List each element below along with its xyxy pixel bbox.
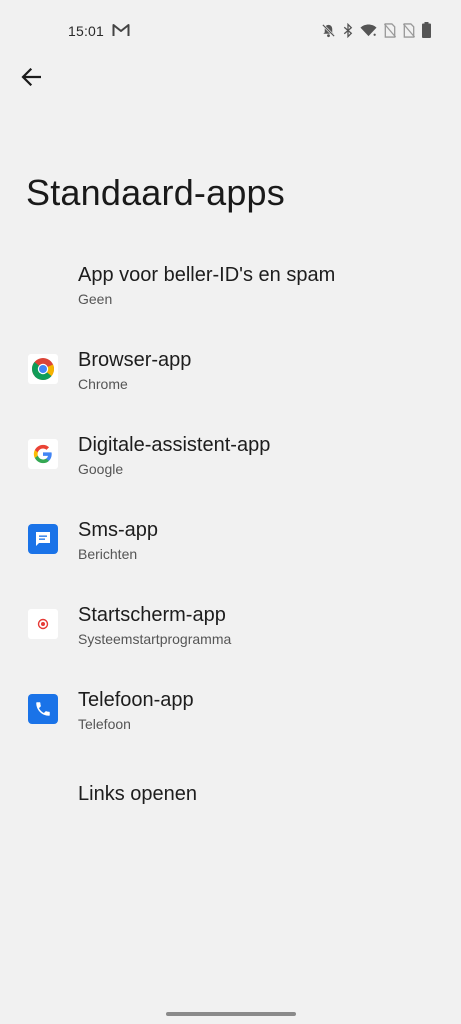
no-sim-icon (384, 22, 396, 38)
list-item-digital-assistant-app[interactable]: Digitale-assistent-app Google (0, 422, 461, 507)
item-title: App voor beller-ID's en spam (78, 264, 336, 286)
list-item-caller-id-spam[interactable]: App voor beller-ID's en spam Geen (0, 252, 461, 337)
item-subtitle: Google (78, 461, 124, 477)
item-title: Sms-app (78, 519, 159, 541)
system-status-icons (321, 22, 431, 38)
notifications-off-icon (321, 23, 336, 38)
item-subtitle: Berichten (78, 546, 138, 562)
item-subtitle: Systeemstartprogramma (78, 631, 232, 647)
item-title: Browser-app (78, 349, 192, 371)
messages-icon (28, 524, 58, 554)
back-button[interactable] (16, 64, 46, 94)
google-icon (28, 439, 58, 469)
launcher-icon (28, 609, 58, 639)
screen: 15:01 Standaard-apps App voor beller-ID'… (0, 0, 461, 1024)
default-apps-list: App voor beller-ID's en spam Geen Browse… (0, 252, 461, 847)
page-title: Standaard-apps (26, 172, 285, 213)
list-item-phone-app[interactable]: Telefoon-app Telefoon (0, 677, 461, 762)
item-subtitle: Geen (78, 291, 113, 307)
no-sim-icon (403, 22, 415, 38)
status-time: 15:01 (68, 23, 105, 39)
list-item-sms-app[interactable]: Sms-app Berichten (0, 507, 461, 592)
item-title: Telefoon-app (78, 689, 194, 711)
item-title: Startscherm-app (78, 604, 226, 626)
item-subtitle: Telefoon (78, 716, 131, 732)
item-title: Links openen (78, 783, 197, 805)
home-indicator[interactable] (166, 1012, 296, 1016)
bluetooth-icon (343, 22, 353, 38)
list-item-open-links[interactable]: Links openen (0, 762, 461, 847)
list-item-browser-app[interactable]: Browser-app Chrome (0, 337, 461, 422)
chrome-icon (28, 354, 58, 384)
arrow-back-icon (21, 67, 42, 91)
battery-icon (422, 22, 431, 38)
item-subtitle: Chrome (78, 376, 128, 392)
gmail-icon (112, 23, 130, 39)
item-title: Digitale-assistent-app (78, 434, 271, 456)
phone-icon (28, 694, 58, 724)
status-bar: 15:01 (0, 0, 461, 62)
wifi-icon (360, 23, 377, 37)
list-item-home-screen-app[interactable]: Startscherm-app Systeemstartprogramma (0, 592, 461, 677)
